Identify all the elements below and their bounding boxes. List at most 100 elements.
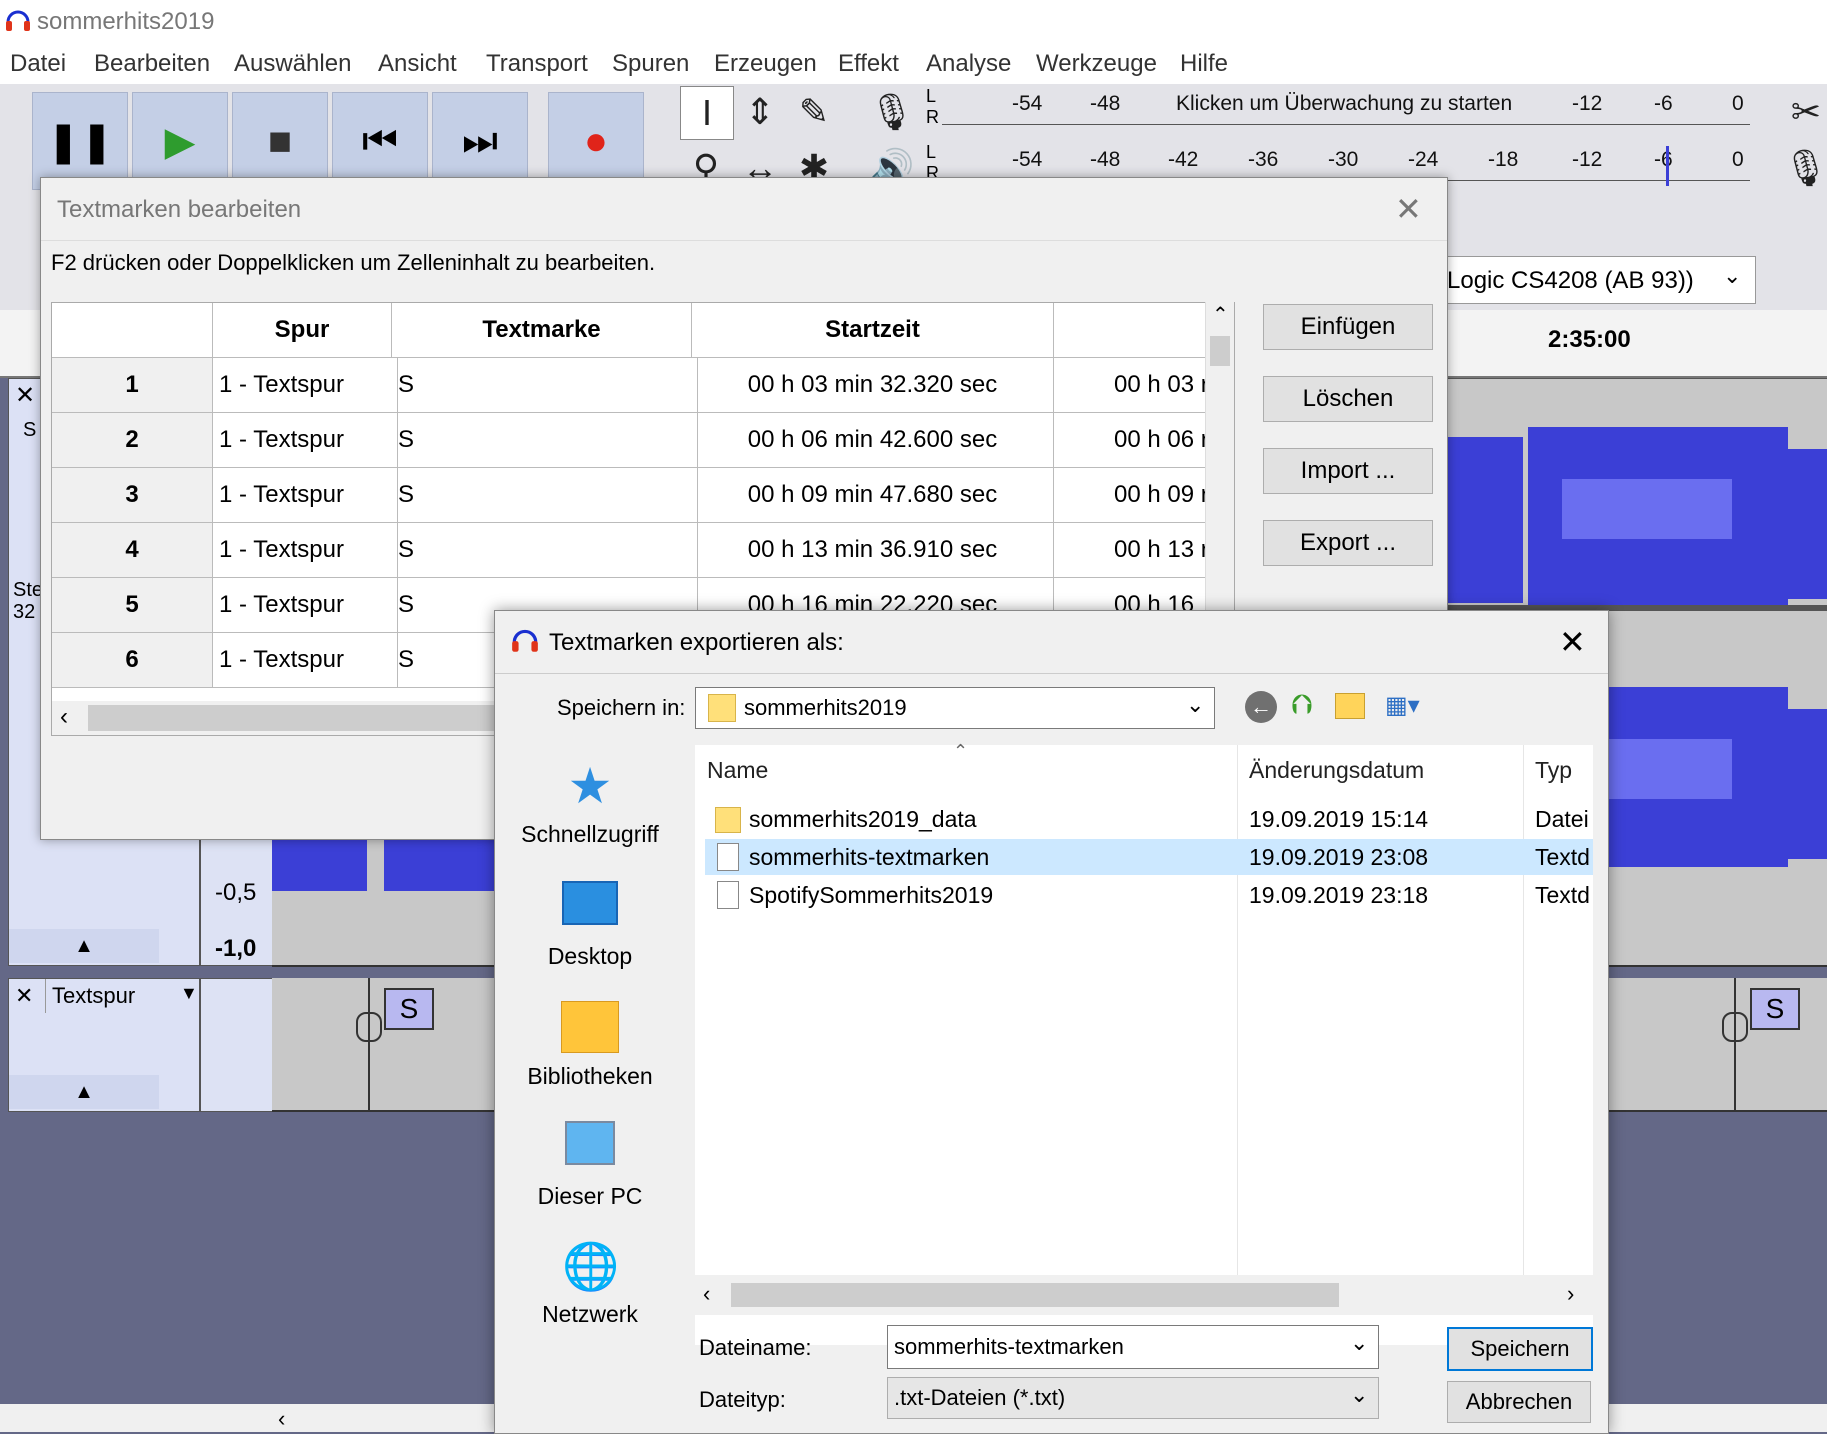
- record-button[interactable]: ●: [548, 92, 644, 190]
- cell-start[interactable]: 00 h 13 min 36.910 sec: [692, 523, 1054, 578]
- label-handle-icon[interactable]: [1722, 1012, 1748, 1042]
- skip-start-button[interactable]: ⏮: [332, 92, 428, 190]
- cell-start[interactable]: 00 h 06 min 42.600 sec: [692, 413, 1054, 468]
- envelope-tool-icon[interactable]: ⇕: [734, 86, 786, 138]
- close-icon[interactable]: ✕: [15, 983, 33, 1009]
- cell-start[interactable]: 00 h 03 min 32.320 sec: [692, 358, 1054, 413]
- scroll-thumb[interactable]: [1210, 336, 1230, 366]
- skip-end-button[interactable]: ⏭: [432, 92, 528, 190]
- file-row[interactable]: sommerhits2019_data 19.09.2019 15:14 Dat…: [705, 801, 1593, 837]
- cell-track[interactable]: 1 - Textspur: [213, 413, 398, 468]
- menu-analyse[interactable]: Analyse: [926, 50, 1011, 78]
- new-folder-icon[interactable]: [1335, 693, 1365, 719]
- column-header-textmarke[interactable]: Textmarke: [392, 303, 692, 358]
- selection-tool-icon[interactable]: I: [680, 86, 734, 140]
- column-header-spur[interactable]: Spur: [213, 303, 392, 358]
- menu-transport[interactable]: Transport: [486, 50, 588, 78]
- cancel-button[interactable]: Abbrechen: [1447, 1381, 1591, 1423]
- menu-spuren[interactable]: Spuren: [612, 50, 689, 78]
- collapse-track-button[interactable]: ▲: [9, 1075, 159, 1109]
- import-button[interactable]: Import ...: [1263, 448, 1433, 494]
- cell-label[interactable]: S: [392, 358, 698, 413]
- scroll-left-icon[interactable]: ‹: [278, 1406, 285, 1432]
- menu-werkzeuge[interactable]: Werkzeuge: [1036, 50, 1157, 78]
- cell-track[interactable]: 1 - Textspur: [213, 468, 398, 523]
- menu-bearbeiten[interactable]: Bearbeiten: [94, 50, 210, 78]
- place-this-pc[interactable]: Dieser PC: [505, 1121, 675, 1210]
- file-row-selected[interactable]: sommerhits-textmarken 19.09.2019 23:08 T…: [705, 839, 1593, 875]
- insert-button[interactable]: Einfügen: [1263, 304, 1433, 350]
- file-list-h-scrollbar[interactable]: ‹ ›: [695, 1275, 1593, 1315]
- play-button[interactable]: ▶: [132, 92, 228, 190]
- scroll-thumb[interactable]: [731, 1283, 1339, 1307]
- column-header-type[interactable]: Typ: [1535, 757, 1572, 784]
- file-row[interactable]: SpotifySommerhits2019 19.09.2019 23:18 T…: [705, 877, 1593, 913]
- row-number[interactable]: 6: [52, 633, 213, 688]
- file-list[interactable]: ⌃ Name Änderungsdatum Typ sommerhits2019…: [695, 741, 1593, 1345]
- back-icon[interactable]: ←: [1245, 691, 1277, 723]
- up-folder-icon[interactable]: ⮉: [1291, 689, 1312, 722]
- close-icon[interactable]: ✕: [15, 381, 35, 410]
- scroll-thumb[interactable]: [88, 705, 508, 731]
- cell-label[interactable]: S: [392, 523, 698, 578]
- save-in-select[interactable]: sommerhits2019 ⌄: [695, 687, 1215, 729]
- save-button[interactable]: Speichern: [1447, 1327, 1593, 1371]
- label-track-control-panel[interactable]: ✕ Textspur ▼ ▲: [8, 978, 200, 1112]
- file-date: 19.09.2019 15:14: [1249, 806, 1429, 832]
- menu-auswaehlen[interactable]: Auswählen: [234, 50, 351, 78]
- place-network[interactable]: 🌐 Netzwerk: [505, 1241, 675, 1328]
- scissors-icon[interactable]: ✂: [1780, 86, 1827, 138]
- scroll-left-icon[interactable]: ‹: [703, 1281, 710, 1307]
- track-menu-button[interactable]: Textspur ▼: [45, 979, 198, 1013]
- menu-datei[interactable]: Datei: [10, 50, 66, 78]
- row-number[interactable]: 2: [52, 413, 213, 468]
- menu-effekt[interactable]: Effekt: [838, 50, 899, 78]
- pause-button[interactable]: ❚❚: [32, 92, 128, 190]
- collapse-track-button[interactable]: ▲: [9, 929, 159, 963]
- place-desktop[interactable]: Desktop: [505, 881, 675, 970]
- scroll-up-icon[interactable]: ⌃: [1212, 302, 1229, 327]
- menu-hilfe[interactable]: Hilfe: [1180, 50, 1228, 78]
- cell-track[interactable]: 1 - Textspur: [213, 578, 398, 633]
- playback-meter[interactable]: -54 -48 -42 -36 -30 -24 -18 -12 -6 0: [942, 140, 1750, 186]
- draw-tool-icon[interactable]: ✎: [788, 86, 840, 138]
- grid-v-scrollbar[interactable]: ⌃: [1205, 302, 1234, 622]
- microphone-icon[interactable]: 🎙: [866, 86, 918, 138]
- cell-label[interactable]: S: [392, 468, 698, 523]
- delete-button[interactable]: Löschen: [1263, 376, 1433, 422]
- scroll-left-icon[interactable]: ‹: [60, 703, 68, 731]
- column-header-startzeit[interactable]: Startzeit: [692, 303, 1054, 358]
- row-number[interactable]: 1: [52, 358, 213, 413]
- device-select[interactable]: Logic CS4208 (AB 93)) ⌄: [1432, 256, 1756, 304]
- place-libraries[interactable]: Bibliotheken: [505, 1001, 675, 1090]
- close-icon[interactable]: ✕: [1559, 623, 1586, 661]
- text-file-icon: [717, 881, 739, 909]
- stop-button[interactable]: ■: [232, 92, 328, 190]
- label-handle-icon[interactable]: [356, 1012, 382, 1042]
- menu-ansicht[interactable]: Ansicht: [378, 50, 457, 78]
- column-header-date[interactable]: Änderungsdatum: [1249, 757, 1424, 784]
- column-header-name[interactable]: Name: [707, 757, 768, 784]
- filetype-select[interactable]: .txt-Dateien (*.txt) ⌄: [887, 1377, 1379, 1419]
- row-number[interactable]: 5: [52, 578, 213, 633]
- cell-start[interactable]: 00 h 09 min 47.680 sec: [692, 468, 1054, 523]
- label-s[interactable]: S: [1750, 988, 1800, 1030]
- place-quick-access[interactable]: ★ Schnellzugriff: [505, 761, 675, 848]
- filename-input[interactable]: sommerhits-textmarken ⌄: [887, 1325, 1379, 1369]
- microphone-icon[interactable]: 🎙: [1780, 142, 1827, 194]
- label-s[interactable]: S: [384, 988, 434, 1030]
- tick: -42: [1168, 148, 1199, 171]
- close-icon[interactable]: ✕: [1395, 190, 1422, 228]
- cell-track[interactable]: 1 - Textspur: [213, 633, 398, 688]
- export-button[interactable]: Export ...: [1263, 520, 1433, 566]
- menu-erzeugen[interactable]: Erzeugen: [714, 50, 817, 78]
- cell-track[interactable]: 1 - Textspur: [213, 523, 398, 578]
- view-menu-icon[interactable]: ▦▾: [1385, 691, 1420, 720]
- scroll-right-icon[interactable]: ›: [1567, 1281, 1574, 1307]
- monitor-prompt[interactable]: Klicken um Überwachung zu starten: [1170, 92, 1519, 116]
- record-meter[interactable]: -54 -48 Klicken um Überwachung zu starte…: [942, 84, 1750, 125]
- cell-track[interactable]: 1 - Textspur: [213, 358, 398, 413]
- row-number[interactable]: 3: [52, 468, 213, 523]
- cell-label[interactable]: S: [392, 413, 698, 468]
- row-number[interactable]: 4: [52, 523, 213, 578]
